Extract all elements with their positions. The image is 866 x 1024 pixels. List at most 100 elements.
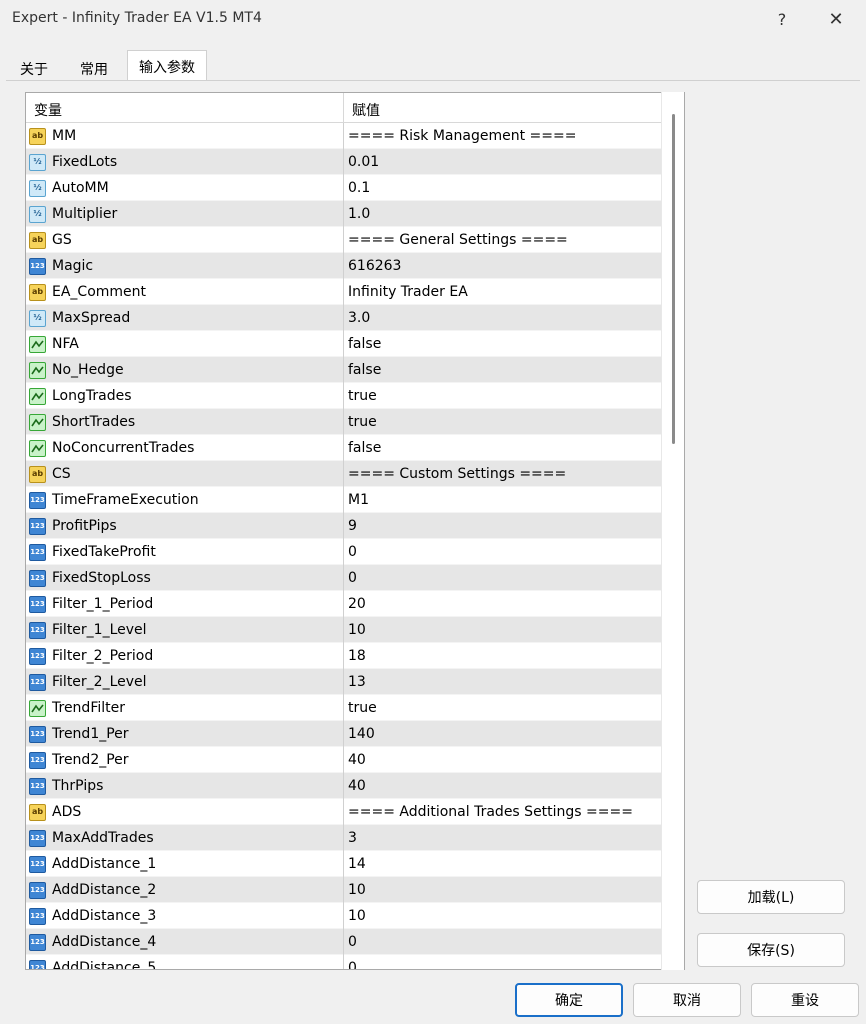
- parameter-variable-cell[interactable]: 123 TimeFrameExecution: [26, 487, 344, 513]
- parameter-row[interactable]: 123 TimeFrameExecution M1: [26, 487, 662, 513]
- parameter-value-cell[interactable]: 13: [344, 669, 662, 695]
- parameter-value-cell[interactable]: 10: [344, 903, 662, 929]
- parameter-variable-cell[interactable]: 123 FixedStopLoss: [26, 565, 344, 591]
- parameter-value-cell[interactable]: true: [344, 409, 662, 435]
- parameter-variable-cell[interactable]: 123 AddDistance_2: [26, 877, 344, 903]
- parameter-variable-cell[interactable]: 123 Trend1_Per: [26, 721, 344, 747]
- column-header-value[interactable]: 赋值: [344, 93, 662, 123]
- parameter-variable-cell[interactable]: ½ Multiplier: [26, 201, 344, 227]
- parameter-value-cell[interactable]: 20: [344, 591, 662, 617]
- parameter-variable-cell[interactable]: 123 Filter_2_Period: [26, 643, 344, 669]
- parameter-value-cell[interactable]: 1.0: [344, 201, 662, 227]
- column-header-variable[interactable]: 变量: [26, 93, 344, 123]
- parameter-row[interactable]: ½ FixedLots 0.01: [26, 149, 662, 175]
- parameter-value-cell[interactable]: false: [344, 435, 662, 461]
- parameter-variable-cell[interactable]: 123 AddDistance_5: [26, 955, 344, 969]
- parameter-row[interactable]: TrendFilter true: [26, 695, 662, 721]
- parameter-variable-cell[interactable]: 123 Magic: [26, 253, 344, 279]
- parameter-row[interactable]: NoConcurrentTrades false: [26, 435, 662, 461]
- parameter-row[interactable]: ab EA_Comment Infinity Trader EA: [26, 279, 662, 305]
- parameter-variable-cell[interactable]: ab CS: [26, 461, 344, 487]
- parameter-value-cell[interactable]: ==== Risk Management ====: [344, 123, 662, 149]
- vertical-scrollbar[interactable]: [661, 92, 684, 970]
- load-button[interactable]: 加载(L): [697, 880, 845, 914]
- parameter-variable-cell[interactable]: 123 FixedTakeProfit: [26, 539, 344, 565]
- parameter-value-cell[interactable]: 9: [344, 513, 662, 539]
- parameter-row[interactable]: ab CS ==== Custom Settings ====: [26, 461, 662, 487]
- parameter-value-cell[interactable]: 14: [344, 851, 662, 877]
- parameter-row[interactable]: 123 FixedStopLoss 0: [26, 565, 662, 591]
- parameter-value-cell[interactable]: true: [344, 695, 662, 721]
- parameter-variable-cell[interactable]: NoConcurrentTrades: [26, 435, 344, 461]
- parameter-variable-cell[interactable]: 123 AddDistance_1: [26, 851, 344, 877]
- parameter-value-cell[interactable]: 40: [344, 747, 662, 773]
- parameter-row[interactable]: 123 FixedTakeProfit 0: [26, 539, 662, 565]
- parameter-row[interactable]: 123 AddDistance_2 10: [26, 877, 662, 903]
- parameter-row[interactable]: LongTrades true: [26, 383, 662, 409]
- parameter-value-cell[interactable]: 3.0: [344, 305, 662, 331]
- parameter-variable-cell[interactable]: 123 ProfitPips: [26, 513, 344, 539]
- parameter-variable-cell[interactable]: 123 Filter_1_Level: [26, 617, 344, 643]
- parameter-row[interactable]: ½ MaxSpread 3.0: [26, 305, 662, 331]
- parameter-value-cell[interactable]: 0.1: [344, 175, 662, 201]
- parameter-variable-cell[interactable]: ab EA_Comment: [26, 279, 344, 305]
- parameter-variable-cell[interactable]: 123 AddDistance_4: [26, 929, 344, 955]
- parameter-row[interactable]: ½ AutoMM 0.1: [26, 175, 662, 201]
- parameter-row[interactable]: 123 AddDistance_5 0: [26, 955, 662, 969]
- parameter-value-cell[interactable]: 0.01: [344, 149, 662, 175]
- parameter-value-cell[interactable]: 0: [344, 929, 662, 955]
- parameter-variable-cell[interactable]: ½ AutoMM: [26, 175, 344, 201]
- parameter-row[interactable]: 123 AddDistance_1 14: [26, 851, 662, 877]
- parameter-variable-cell[interactable]: 123 AddDistance_3: [26, 903, 344, 929]
- reset-button[interactable]: 重设: [751, 983, 859, 1017]
- ok-button[interactable]: 确定: [515, 983, 623, 1017]
- parameter-row[interactable]: ShortTrades true: [26, 409, 662, 435]
- parameter-row[interactable]: 123 ThrPips 40: [26, 773, 662, 799]
- parameter-value-cell[interactable]: M1: [344, 487, 662, 513]
- parameter-row[interactable]: ½ Multiplier 1.0: [26, 201, 662, 227]
- tab-about[interactable]: 关于: [12, 54, 56, 80]
- parameter-row[interactable]: 123 MaxAddTrades 3: [26, 825, 662, 851]
- save-button[interactable]: 保存(S): [697, 933, 845, 967]
- scrollbar-thumb[interactable]: [672, 114, 675, 444]
- parameter-value-cell[interactable]: true: [344, 383, 662, 409]
- parameter-row[interactable]: 123 ProfitPips 9: [26, 513, 662, 539]
- parameter-row[interactable]: ab GS ==== General Settings ====: [26, 227, 662, 253]
- parameter-variable-cell[interactable]: LongTrades: [26, 383, 344, 409]
- help-button[interactable]: ?: [760, 4, 804, 34]
- parameter-row[interactable]: NFA false: [26, 331, 662, 357]
- parameter-row[interactable]: 123 Trend2_Per 40: [26, 747, 662, 773]
- parameter-variable-cell[interactable]: ½ FixedLots: [26, 149, 344, 175]
- parameter-variable-cell[interactable]: ShortTrades: [26, 409, 344, 435]
- parameter-row[interactable]: 123 Trend1_Per 140: [26, 721, 662, 747]
- parameter-row[interactable]: 123 AddDistance_3 10: [26, 903, 662, 929]
- parameter-row[interactable]: ab ADS ==== Additional Trades Settings ===…: [26, 799, 662, 825]
- parameter-variable-cell[interactable]: No_Hedge: [26, 357, 344, 383]
- parameter-row[interactable]: 123 Magic 616263: [26, 253, 662, 279]
- parameter-variable-cell[interactable]: ab MM: [26, 123, 344, 149]
- parameter-value-cell[interactable]: false: [344, 357, 662, 383]
- parameter-row[interactable]: 123 Filter_1_Period 20: [26, 591, 662, 617]
- parameter-row[interactable]: 123 Filter_1_Level 10: [26, 617, 662, 643]
- close-button[interactable]: ✕: [814, 4, 858, 34]
- parameter-variable-cell[interactable]: ½ MaxSpread: [26, 305, 344, 331]
- parameter-variable-cell[interactable]: 123 MaxAddTrades: [26, 825, 344, 851]
- parameter-value-cell[interactable]: 3: [344, 825, 662, 851]
- parameter-variable-cell[interactable]: 123 ThrPips: [26, 773, 344, 799]
- parameter-value-cell[interactable]: 140: [344, 721, 662, 747]
- parameter-row[interactable]: 123 Filter_2_Level 13: [26, 669, 662, 695]
- parameter-variable-cell[interactable]: 123 Filter_1_Period: [26, 591, 344, 617]
- parameter-value-cell[interactable]: ==== Custom Settings ====: [344, 461, 662, 487]
- parameter-value-cell[interactable]: false: [344, 331, 662, 357]
- cancel-button[interactable]: 取消: [633, 983, 741, 1017]
- parameter-variable-cell[interactable]: NFA: [26, 331, 344, 357]
- parameter-variable-cell[interactable]: 123 Trend2_Per: [26, 747, 344, 773]
- parameter-variable-cell[interactable]: 123 Filter_2_Level: [26, 669, 344, 695]
- parameter-row[interactable]: 123 Filter_2_Period 18: [26, 643, 662, 669]
- parameter-value-cell[interactable]: 0: [344, 565, 662, 591]
- parameter-row[interactable]: No_Hedge false: [26, 357, 662, 383]
- parameter-value-cell[interactable]: 616263: [344, 253, 662, 279]
- parameter-value-cell[interactable]: Infinity Trader EA: [344, 279, 662, 305]
- parameter-value-cell[interactable]: ==== Additional Trades Settings ====: [344, 799, 662, 825]
- parameter-value-cell[interactable]: ==== General Settings ====: [344, 227, 662, 253]
